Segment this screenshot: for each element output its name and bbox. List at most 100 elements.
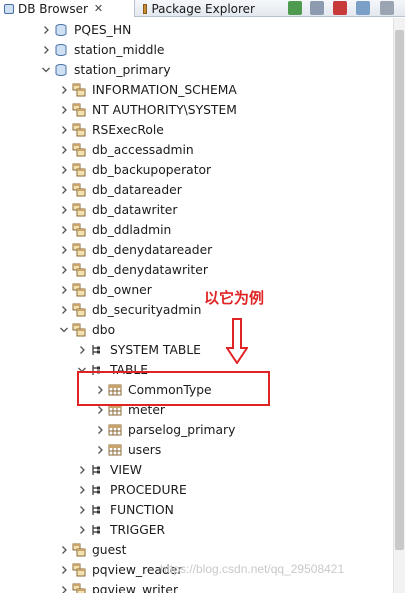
package-icon	[143, 3, 148, 14]
chevron-right-icon[interactable]	[60, 306, 68, 314]
tree-node-label: parselog_primary	[128, 423, 236, 437]
tab-package-explorer-label: Package Explorer	[151, 1, 255, 16]
db-browser-tree[interactable]: PQES_HN station_middle station_primary INFO…	[0, 20, 393, 593]
chevron-right-icon[interactable]	[60, 126, 68, 134]
tree-node-label: TRIGGER	[110, 523, 166, 537]
tree-node[interactable]: parselog_primary	[0, 420, 393, 440]
disconnect-icon[interactable]	[333, 1, 347, 15]
database-icon	[54, 23, 68, 37]
schema-icon	[72, 83, 86, 97]
tree-node-label: NT AUTHORITY\SYSTEM	[92, 103, 237, 117]
chevron-right-icon[interactable]	[42, 46, 50, 54]
chevron-down-icon[interactable]	[60, 326, 68, 334]
database-icon	[4, 3, 14, 14]
tree-node[interactable]: VIEW	[0, 460, 393, 480]
tree-node[interactable]: db_denydatareader	[0, 240, 393, 260]
chevron-right-icon[interactable]	[78, 506, 86, 514]
close-icon[interactable]: ✕	[94, 2, 103, 15]
chevron-right-icon[interactable]	[60, 286, 68, 294]
refresh-icon[interactable]	[310, 1, 324, 15]
tree-node[interactable]: TRIGGER	[0, 520, 393, 540]
schema-icon	[72, 163, 86, 177]
tree-node-label: FUNCTION	[110, 503, 174, 517]
chevron-right-icon[interactable]	[96, 406, 104, 414]
tree-node-label: db_denydatareader	[92, 243, 213, 257]
view-menu-icon[interactable]	[380, 1, 394, 15]
chevron-right-icon[interactable]	[60, 106, 68, 114]
chevron-right-icon[interactable]	[96, 426, 104, 434]
tree-node[interactable]: RSExecRole	[0, 120, 393, 140]
tree-node-label: dbo	[92, 323, 116, 337]
chevron-right-icon[interactable]	[60, 166, 68, 174]
tree-node[interactable]: db_datawriter	[0, 200, 393, 220]
chevron-right-icon[interactable]	[78, 466, 86, 474]
tree-node[interactable]: station_primary	[0, 60, 393, 80]
tree-node[interactable]: db_ddladmin	[0, 220, 393, 240]
chevron-right-icon[interactable]	[42, 26, 50, 34]
chevron-right-icon[interactable]	[60, 266, 68, 274]
tree-node[interactable]: db_owner	[0, 280, 393, 300]
tree-node-label: db_owner	[92, 283, 152, 297]
connect-icon[interactable]	[288, 1, 302, 15]
chevron-right-icon[interactable]	[78, 526, 86, 534]
view-tab-bar: DB Browser ✕ Package Explorer	[0, 0, 405, 17]
scrollbar-thumb[interactable]	[395, 30, 404, 550]
chevron-right-icon[interactable]	[60, 586, 68, 593]
tree-node-label: db_ddladmin	[92, 223, 172, 237]
chevron-right-icon[interactable]	[60, 206, 68, 214]
schema-icon	[72, 323, 86, 337]
folder-tree-icon	[90, 523, 104, 537]
schema-icon	[72, 243, 86, 257]
tree-node-label: PQES_HN	[74, 23, 132, 37]
schema-icon	[72, 183, 86, 197]
schema-icon	[72, 143, 86, 157]
tree-node[interactable]: SYSTEM TABLE	[0, 340, 393, 360]
tree-node[interactable]: NT AUTHORITY\SYSTEM	[0, 100, 393, 120]
chevron-down-icon[interactable]	[42, 66, 50, 74]
chevron-right-icon[interactable]	[60, 186, 68, 194]
schema-icon	[72, 303, 86, 317]
chevron-right-icon[interactable]	[60, 546, 68, 554]
tab-db-browser[interactable]: DB Browser ✕	[0, 0, 135, 17]
tree-node[interactable]: guest	[0, 540, 393, 560]
tree-node-label: INFORMATION_SCHEMA	[92, 83, 237, 97]
schema-icon	[72, 283, 86, 297]
schema-icon	[72, 123, 86, 137]
tree-node[interactable]: db_backupoperator	[0, 160, 393, 180]
tree-node-label: users	[128, 443, 162, 457]
chevron-right-icon[interactable]	[78, 346, 86, 354]
chevron-right-icon[interactable]	[96, 446, 104, 454]
tree-node[interactable]: pqview_writer	[0, 580, 393, 593]
tree-node[interactable]: INFORMATION_SCHEMA	[0, 80, 393, 100]
tree-node[interactable]: users	[0, 440, 393, 460]
tree-node[interactable]: PQES_HN	[0, 20, 393, 40]
folder-tree-icon	[90, 483, 104, 497]
tree-node[interactable]: db_denydatawriter	[0, 260, 393, 280]
tree-node-label: db_backupoperator	[92, 163, 212, 177]
tree-node[interactable]: db_accessadmin	[0, 140, 393, 160]
schema-icon	[72, 563, 86, 577]
tab-db-browser-label: DB Browser	[18, 1, 88, 16]
tab-package-explorer[interactable]: Package Explorer	[139, 0, 255, 17]
folder-tree-icon	[90, 463, 104, 477]
tree-node-label: VIEW	[110, 463, 142, 477]
tree-node[interactable]: station_middle	[0, 40, 393, 60]
collapse-all-icon[interactable]	[356, 1, 370, 15]
tree-node[interactable]: FUNCTION	[0, 500, 393, 520]
tree-node[interactable]: PROCEDURE	[0, 480, 393, 500]
tree-node[interactable]: dbo	[0, 320, 393, 340]
tree-node[interactable]: db_securityadmin	[0, 300, 393, 320]
tree-node-label: station_middle	[74, 43, 165, 57]
schema-icon	[72, 103, 86, 117]
chevron-right-icon[interactable]	[60, 86, 68, 94]
chevron-right-icon[interactable]	[60, 146, 68, 154]
tree-node[interactable]: db_datareader	[0, 180, 393, 200]
tree-node-label: db_securityadmin	[92, 303, 202, 317]
folder-tree-icon	[90, 503, 104, 517]
schema-icon	[72, 203, 86, 217]
chevron-right-icon[interactable]	[78, 486, 86, 494]
chevron-right-icon[interactable]	[60, 566, 68, 574]
chevron-right-icon[interactable]	[60, 226, 68, 234]
chevron-right-icon[interactable]	[60, 246, 68, 254]
database-icon	[54, 63, 68, 77]
